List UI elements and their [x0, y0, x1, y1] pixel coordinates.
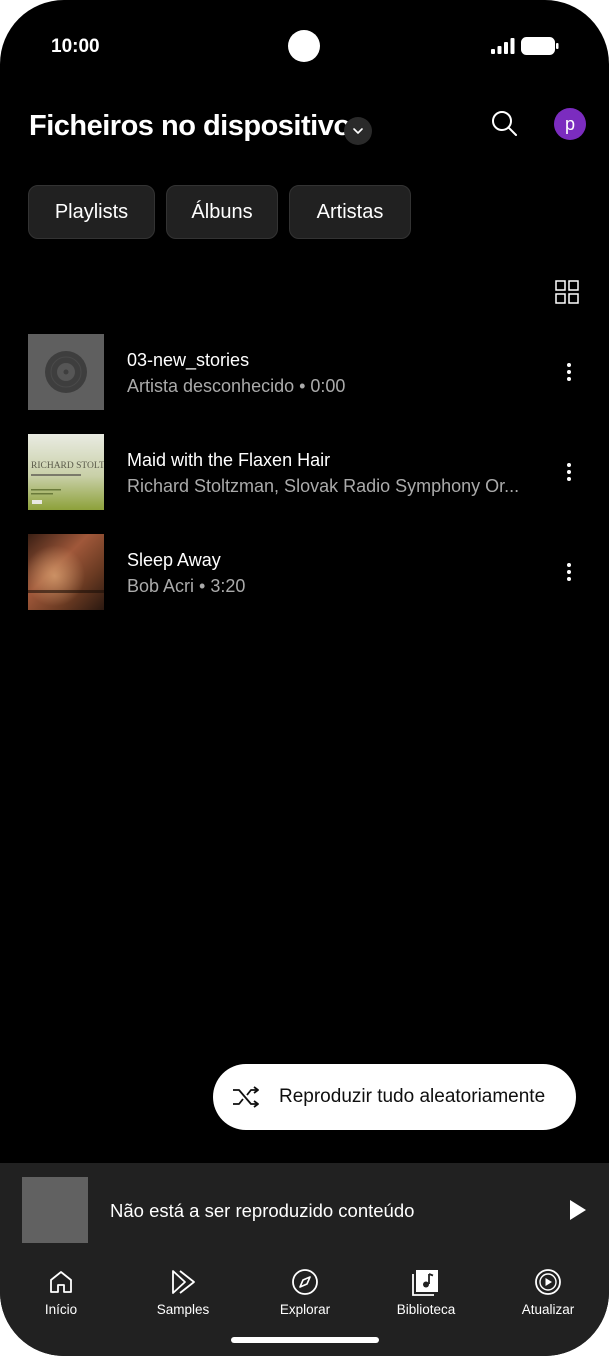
chip-artists[interactable]: Artistas: [289, 185, 411, 239]
nav-item-upgrade[interactable]: Atualizar: [498, 1267, 598, 1327]
upgrade-icon: [535, 1269, 561, 1295]
home-icon: [50, 1271, 72, 1293]
album-art-vinyl: [28, 334, 104, 410]
track-subtitle: Bob Acri • 3:20: [127, 576, 246, 596]
nav-item-home[interactable]: Início: [11, 1267, 111, 1327]
chip-label: Álbuns: [191, 200, 253, 223]
more-options-icon[interactable]: [558, 458, 580, 486]
nav-item-explore[interactable]: Explorar: [255, 1267, 355, 1327]
cover-text: RICHARD STOLTZMAN: [31, 461, 104, 471]
chevron-down-icon: [353, 128, 363, 134]
status-time: 10:00: [51, 36, 100, 57]
library-icon: [412, 1270, 438, 1296]
front-camera: [288, 30, 320, 62]
nav-item-samples[interactable]: Samples: [133, 1267, 233, 1327]
search-icon[interactable]: [488, 108, 520, 140]
track-title: Sleep Away: [127, 550, 221, 570]
samples-icon: [172, 1270, 195, 1294]
album-cover-image: RICHARD STOLTZMAN: [28, 434, 104, 510]
list-item[interactable]: RICHARD STOLTZMAN Maid with the Flaxen H…: [0, 434, 609, 514]
shuffle-icon: [233, 1086, 259, 1108]
list-item[interactable]: 03-new_stories Artista desconhecido • 0:…: [0, 334, 609, 414]
nav-label: Atualizar: [521, 1302, 575, 1317]
phone-screen: 10:00 Ficheiros no dispositivo p Playlis…: [0, 0, 609, 1356]
title-dropdown-button[interactable]: [344, 117, 372, 145]
status-bar: 10:00: [0, 30, 609, 62]
nav-label: Samples: [156, 1302, 210, 1317]
shuffle-all-label: Reproduzir tudo aleatoriamente: [279, 1086, 546, 1107]
avatar[interactable]: p: [554, 108, 586, 140]
shuffle-all-button[interactable]: Reproduzir tudo aleatoriamente: [213, 1064, 576, 1130]
page-title: Ficheiros no dispositivo: [29, 110, 351, 142]
more-options-icon[interactable]: [558, 358, 580, 386]
chip-albums[interactable]: Álbuns: [166, 185, 278, 239]
chip-label: Artistas: [316, 200, 384, 223]
mini-player-thumbnail: [22, 1177, 88, 1243]
home-indicator[interactable]: [231, 1337, 379, 1343]
grid-view-icon[interactable]: [555, 280, 579, 304]
nav-item-library[interactable]: Biblioteca: [376, 1267, 476, 1327]
track-subtitle: Richard Stoltzman, Slovak Radio Symphony…: [127, 476, 520, 496]
nav-label: Biblioteca: [396, 1302, 456, 1317]
track-title: 03-new_stories: [127, 350, 250, 370]
chip-playlists[interactable]: Playlists: [28, 185, 155, 239]
nav-label: Explorar: [279, 1302, 331, 1317]
vinyl-record-icon: [28, 334, 104, 410]
avatar-letter: p: [564, 113, 575, 134]
album-art-piano: [28, 534, 104, 610]
nav-label: Início: [44, 1302, 78, 1317]
battery-icon: [521, 37, 559, 55]
more-options-icon[interactable]: [558, 558, 580, 586]
signal-icon: [491, 38, 515, 54]
compass-icon: [292, 1269, 318, 1295]
chip-label: Playlists: [54, 200, 129, 223]
album-art-stoltzman: RICHARD STOLTZMAN: [28, 434, 104, 510]
play-icon[interactable]: [564, 1197, 590, 1223]
list-item[interactable]: Sleep Away Bob Acri • 3:20: [0, 534, 609, 614]
album-cover-image: [28, 534, 104, 610]
track-title: Maid with the Flaxen Hair: [127, 450, 331, 470]
mini-player[interactable]: Não está a ser reproduzido conteúdo: [0, 1163, 609, 1257]
track-subtitle: Artista desconhecido • 0:00: [127, 376, 346, 396]
mini-player-status: Não está a ser reproduzido conteúdo: [110, 1200, 415, 1221]
